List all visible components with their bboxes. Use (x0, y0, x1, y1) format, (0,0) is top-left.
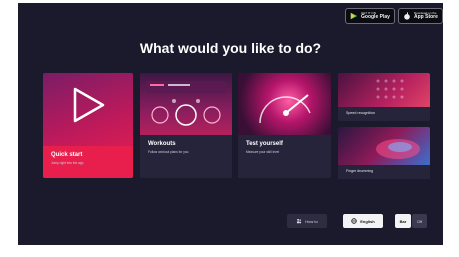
test-yourself-subtitle: Measure your skill level (246, 150, 280, 154)
how-to-button[interactable]: How to (287, 214, 327, 228)
finger-drumming-title: Finger drumming (346, 169, 374, 173)
app-screen: GET IT ON Google Play Download on the Ap… (18, 3, 443, 245)
quick-start-title: Quick start (51, 152, 83, 158)
speed-recognition-title: Speed recognition (346, 111, 375, 115)
google-play-icon (350, 12, 358, 20)
test-yourself-card[interactable]: Test yourself Measure your skill level (238, 73, 331, 178)
mode-off-label: Off (416, 218, 423, 224)
page-title: What would you like to do? (139, 40, 322, 56)
mode-on-label: Bar (399, 218, 407, 224)
app-store-big-text: App Store (414, 14, 438, 20)
gauge-icon (259, 94, 311, 124)
drum-pad-icon (376, 139, 420, 159)
speed-recognition-illustration (338, 73, 430, 107)
test-yourself-title: Test yourself (246, 141, 283, 147)
language-label: English (360, 218, 375, 224)
play-icon (73, 87, 105, 123)
workout-dials-icon (146, 81, 226, 126)
finger-drumming-card[interactable]: Finger drumming (338, 127, 430, 179)
how-to-label: How to (305, 218, 318, 224)
workouts-card[interactable]: Workouts Follow workout plans for you (140, 73, 232, 178)
workouts-illustration (140, 73, 232, 135)
app-store-badge[interactable]: Download on the App Store (398, 8, 443, 24)
workouts-subtitle: Follow workout plans for you (148, 150, 189, 154)
workouts-title: Workouts (148, 141, 176, 147)
google-play-big-text: Google Play (361, 14, 390, 20)
speed-recognition-card[interactable]: Speed recognition (338, 73, 430, 121)
apple-icon (404, 12, 410, 20)
mode-toggle-off[interactable]: Off (412, 214, 427, 228)
people-icon (297, 218, 302, 224)
mode-toggle-on[interactable]: Bar (395, 214, 411, 228)
globe-icon (351, 218, 357, 224)
pad-grid-icon (376, 79, 404, 99)
google-play-badge[interactable]: GET IT ON Google Play (345, 8, 395, 24)
quick-start-card[interactable]: Quick start Jump right into the app (43, 73, 133, 178)
language-selector[interactable]: English (343, 214, 383, 228)
test-yourself-illustration (238, 73, 331, 135)
quick-start-subtitle: Jump right into the app (51, 161, 84, 165)
finger-drumming-illustration (338, 127, 430, 165)
